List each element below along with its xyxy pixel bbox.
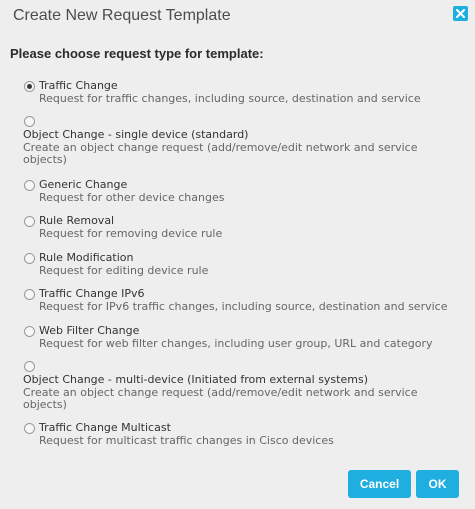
radio-web-filter-change[interactable] (24, 326, 35, 337)
option-traffic-change[interactable]: Traffic Change Request for traffic chang… (23, 80, 453, 110)
option-label: Object Change - multi-device (Initiated … (23, 373, 368, 386)
option-label: Traffic Change (39, 79, 118, 92)
radio-traffic-change[interactable] (24, 81, 35, 92)
dialog-titlebar: Create New Request Template (0, 0, 475, 32)
option-rule-removal[interactable]: Rule Removal Request for removing device… (23, 215, 453, 243)
radio-generic-change[interactable] (24, 180, 35, 191)
request-type-prompt: Please choose request type for template: (10, 46, 264, 61)
option-generic-change[interactable]: Generic Change Request for other device … (23, 179, 453, 207)
option-description: Request for other device changes (39, 191, 225, 204)
radio-object-change-single[interactable] (24, 116, 35, 127)
radio-traffic-change-ipv6[interactable] (24, 289, 35, 300)
option-rule-modification[interactable]: Rule Modification Request for editing de… (23, 252, 453, 280)
option-web-filter-change[interactable]: Web Filter Change Request for web filter… (23, 325, 453, 353)
option-label: Rule Removal (39, 214, 115, 227)
option-object-change-single[interactable]: Object Change - single device (standard)… (23, 116, 453, 166)
option-description: Request for IPv6 traffic changes, includ… (39, 300, 448, 313)
radio-object-change-multi[interactable] (24, 361, 35, 372)
option-object-change-multi[interactable]: Object Change - multi-device (Initiated … (23, 361, 453, 411)
option-description: Create an object change request (add/rem… (23, 386, 418, 411)
option-description: Request for removing device rule (39, 227, 223, 240)
option-description: Request for multicast traffic changes in… (39, 434, 334, 447)
radio-traffic-change-multicast[interactable] (24, 423, 35, 434)
close-icon (456, 9, 465, 18)
option-description: Request for web filter changes, includin… (39, 337, 433, 350)
radio-rule-removal[interactable] (24, 216, 35, 227)
option-description: Request for editing device rule (39, 264, 209, 277)
option-label: Traffic Change Multicast (39, 421, 171, 434)
ok-button[interactable]: OK (416, 470, 459, 498)
option-label: Rule Modification (39, 251, 134, 264)
create-request-template-dialog: Create New Request Template Please choos… (0, 0, 475, 509)
dialog-title: Create New Request Template (13, 7, 231, 24)
option-description: Create an object change request (add/rem… (23, 141, 418, 166)
cancel-button[interactable]: Cancel (348, 470, 411, 498)
option-label: Traffic Change IPv6 (39, 287, 145, 300)
option-label: Web Filter Change (39, 324, 140, 337)
close-button[interactable] (453, 6, 468, 21)
option-traffic-change-multicast[interactable]: Traffic Change Multicast Request for mul… (23, 422, 453, 450)
option-description: Request for traffic changes, including s… (39, 92, 421, 105)
option-traffic-change-ipv6[interactable]: Traffic Change IPv6 Request for IPv6 tra… (23, 288, 453, 316)
radio-rule-modification[interactable] (24, 253, 35, 264)
option-label: Object Change - single device (standard) (23, 128, 249, 141)
option-label: Generic Change (39, 178, 128, 191)
